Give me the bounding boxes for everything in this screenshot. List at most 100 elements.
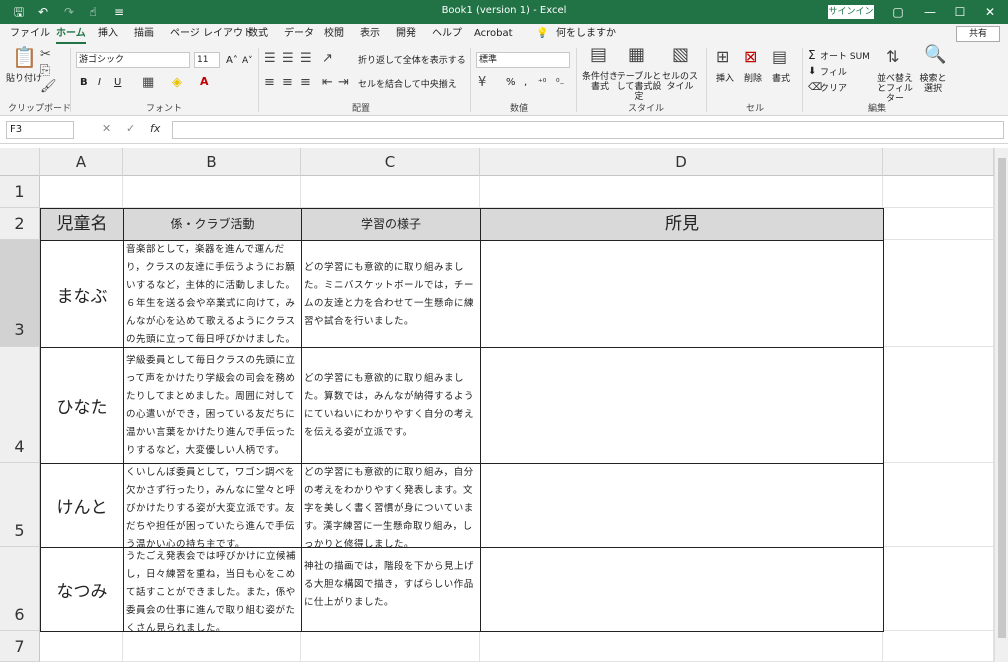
- maximize-icon[interactable]: ☐: [944, 0, 976, 24]
- find-select-button[interactable]: 検索と選択: [916, 74, 950, 94]
- comma-button[interactable]: ,: [524, 78, 527, 88]
- ribbon-display-icon[interactable]: ▢: [882, 0, 914, 24]
- cell-c1[interactable]: [301, 176, 480, 208]
- row-header-3[interactable]: 3: [0, 240, 40, 347]
- study-cell[interactable]: 神社の描画では，階段を下から見上げる大胆な構図で描き，すばらしい作品に仕上がりま…: [301, 547, 481, 632]
- row-header-2[interactable]: 2: [0, 208, 40, 240]
- find-select-icon[interactable]: 🔍: [924, 46, 946, 64]
- tab-view[interactable]: 表示: [360, 28, 380, 44]
- signin-button[interactable]: サインイン: [828, 5, 874, 19]
- insert-function-icon[interactable]: fx: [150, 122, 160, 135]
- row-header-5[interactable]: 5: [0, 463, 40, 547]
- table-header-note[interactable]: 所見: [480, 208, 884, 241]
- fill-icon[interactable]: ⬇: [808, 67, 816, 77]
- sort-filter-icon[interactable]: ⇅: [886, 49, 899, 65]
- cell-b1[interactable]: [123, 176, 301, 208]
- row-header-7[interactable]: 7: [0, 631, 40, 662]
- fill-color-icon[interactable]: ◈: [172, 76, 182, 90]
- study-cell[interactable]: どの学習にも意欲的に取り組み，自分の考えをわかりやすく発表します。文字を美しく書…: [301, 463, 481, 548]
- worksheet-grid[interactable]: A B C D 1 2 3 4 5 6 7 児童名 係・クラブ活動 学習の様子 …: [0, 148, 994, 662]
- note-cell[interactable]: [480, 240, 884, 348]
- align-left-icon[interactable]: ≡: [264, 76, 275, 90]
- increase-indent-icon[interactable]: ⇥: [338, 76, 349, 90]
- tab-insert[interactable]: 挿入: [98, 28, 118, 44]
- conditional-format-icon[interactable]: ▤: [590, 46, 607, 64]
- align-right-icon[interactable]: ≡: [300, 76, 311, 90]
- cell-styles-icon[interactable]: ▧: [672, 46, 689, 64]
- column-header-e[interactable]: [883, 148, 994, 176]
- column-header-d[interactable]: D: [480, 148, 883, 176]
- study-cell[interactable]: どの学習にも意欲的に取り組みました。ミニバスケットボールでは，チームの友達と力を…: [301, 240, 481, 348]
- number-format-select[interactable]: 標準: [476, 52, 570, 68]
- tab-developer[interactable]: 開発: [396, 28, 416, 44]
- cell-d1[interactable]: [480, 176, 883, 208]
- name-box[interactable]: F3: [6, 121, 74, 139]
- tab-file[interactable]: ファイル: [10, 28, 50, 44]
- font-size-select[interactable]: 11: [194, 52, 220, 68]
- cancel-formula-icon[interactable]: ✕: [102, 122, 111, 135]
- align-middle-icon[interactable]: ☰: [282, 52, 294, 66]
- shrink-font-icon[interactable]: A˅: [242, 56, 253, 66]
- decrease-indent-icon[interactable]: ⇤: [322, 76, 333, 90]
- clear-button[interactable]: クリア: [820, 84, 847, 94]
- club-activity-cell[interactable]: 音楽部として，楽器を進んで運んだり，クラスの友達に手伝うようにお願いするなど，主…: [123, 240, 302, 348]
- study-cell[interactable]: どの学習にも意欲的に取り組みました。算数では，みんなが納得するようにていねいにわ…: [301, 347, 481, 464]
- tab-formulas[interactable]: 数式: [248, 28, 268, 44]
- cell-b7[interactable]: [123, 631, 301, 662]
- format-cells-button[interactable]: 書式: [772, 74, 790, 84]
- table-header-study[interactable]: 学習の様子: [301, 208, 481, 241]
- student-name-cell[interactable]: まなぶ: [40, 240, 124, 348]
- align-bottom-icon[interactable]: ☰: [300, 52, 312, 66]
- row-header-4[interactable]: 4: [0, 347, 40, 463]
- select-all-corner[interactable]: [0, 148, 40, 176]
- club-activity-cell[interactable]: くいしんぼ委員として，ワゴン調べを欠かさず行ったり，みんなに堂々と呼びかけたりす…: [123, 463, 302, 548]
- cell-e1[interactable]: [883, 176, 994, 208]
- wrap-text-button[interactable]: 折り返して全体を表示する: [358, 56, 466, 66]
- orientation-icon[interactable]: ↗: [322, 52, 333, 66]
- student-name-cell[interactable]: なつみ: [40, 547, 124, 632]
- format-cells-icon[interactable]: ▤: [772, 49, 787, 65]
- enter-formula-icon[interactable]: ✓: [126, 122, 135, 135]
- cell-e5[interactable]: [883, 463, 994, 547]
- student-name-cell[interactable]: ひなた: [40, 347, 124, 464]
- note-cell[interactable]: [480, 347, 884, 464]
- close-icon[interactable]: ✕: [974, 0, 1006, 24]
- tell-me-search[interactable]: 何をしますか: [556, 28, 616, 44]
- format-table-icon[interactable]: ▦: [628, 46, 645, 64]
- insert-cells-icon[interactable]: ⊞: [716, 49, 729, 65]
- bold-button[interactable]: B: [80, 78, 88, 88]
- cut-icon[interactable]: ✂: [40, 48, 51, 62]
- decrease-decimal-icon[interactable]: ⁰₋: [556, 78, 564, 88]
- cell-e2[interactable]: [883, 208, 994, 240]
- scrollbar-thumb[interactable]: [998, 158, 1006, 638]
- table-header-club[interactable]: 係・クラブ活動: [123, 208, 302, 241]
- minimize-icon[interactable]: —: [914, 0, 946, 24]
- note-cell[interactable]: [480, 547, 884, 632]
- insert-cells-button[interactable]: 挿入: [716, 74, 734, 84]
- borders-icon[interactable]: ▦: [142, 76, 154, 90]
- tab-page-layout[interactable]: ページ レイアウト: [170, 28, 253, 44]
- align-center-icon[interactable]: ≡: [282, 76, 293, 90]
- tab-home[interactable]: ホーム: [56, 28, 86, 44]
- cell-styles-button[interactable]: セルのスタイル: [662, 72, 698, 92]
- accounting-format-icon[interactable]: ¥: [478, 76, 486, 90]
- percent-button[interactable]: %: [506, 78, 516, 88]
- sort-filter-button[interactable]: 並べ替えとフィルター: [876, 74, 914, 104]
- paste-label[interactable]: 貼り付け: [6, 74, 42, 84]
- delete-cells-icon[interactable]: ⊠: [744, 49, 757, 65]
- cell-c7[interactable]: [301, 631, 480, 662]
- cell-a7[interactable]: [40, 631, 123, 662]
- table-header-name[interactable]: 児童名: [40, 208, 124, 241]
- font-name-select[interactable]: 游ゴシック: [76, 52, 190, 68]
- tab-review[interactable]: 校閲: [324, 28, 344, 44]
- club-activity-cell[interactable]: 学級委員として毎日クラスの先頭に立って声をかけたり学級会の司会を務めたりしてまと…: [123, 347, 302, 464]
- share-button[interactable]: 共有: [956, 26, 1000, 42]
- tab-help[interactable]: ヘルプ: [432, 28, 462, 44]
- grow-font-icon[interactable]: A˄: [226, 56, 238, 66]
- formula-input[interactable]: [172, 121, 1004, 139]
- format-table-button[interactable]: テーブルとして書式設定: [616, 72, 662, 102]
- cell-d7[interactable]: [480, 631, 883, 662]
- tab-draw[interactable]: 描画: [134, 28, 154, 44]
- note-cell[interactable]: [480, 463, 884, 548]
- tab-acrobat[interactable]: Acrobat: [474, 28, 513, 44]
